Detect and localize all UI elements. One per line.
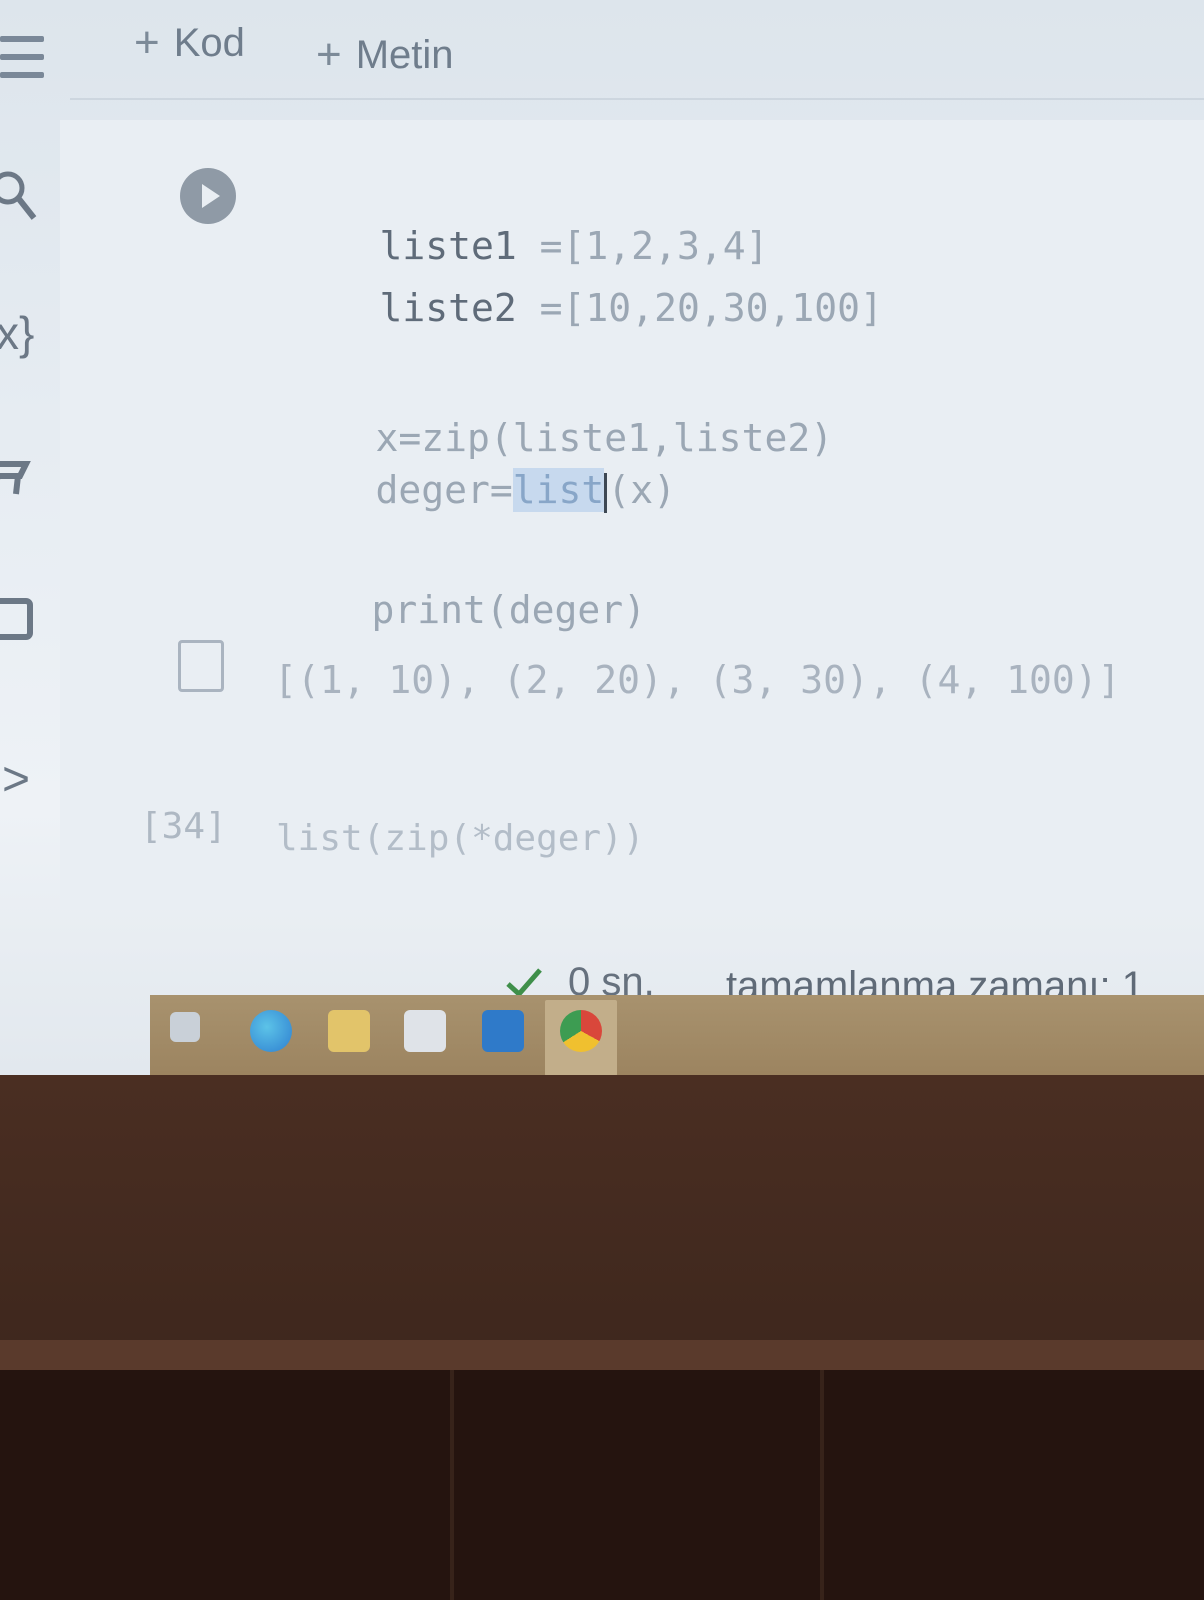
plus-icon: + xyxy=(134,18,160,67)
expand-icon[interactable]: > xyxy=(2,752,30,807)
output-clear-icon[interactable] xyxy=(178,640,224,692)
desk-surface xyxy=(0,1075,1204,1365)
edge-icon[interactable] xyxy=(250,1010,292,1052)
search-icon[interactable] xyxy=(0,168,42,224)
code-token: =[10,20,30,100] xyxy=(516,286,883,330)
next-cell-code[interactable]: list(zip(*deger)) xyxy=(276,818,644,859)
notebook-toolbar: + Kod + Metin xyxy=(0,0,1204,100)
add-code-button[interactable]: + Kod xyxy=(134,18,245,68)
code-line-5[interactable]: print(deger) xyxy=(280,544,647,676)
store-icon[interactable] xyxy=(404,1010,446,1052)
add-code-label: Kod xyxy=(173,20,245,65)
code-line-4[interactable]: deger=list(x) xyxy=(284,424,676,557)
code-token: liste2 xyxy=(379,286,517,330)
colab-screen: + Kod + Metin x} > liste1 =[1,2,3,4] lis… xyxy=(0,0,1204,1075)
windows-taskbar xyxy=(150,995,1204,1075)
chrome-icon[interactable] xyxy=(560,1010,602,1052)
selected-token: list xyxy=(512,468,605,512)
code-token: print(deger) xyxy=(371,588,647,632)
files-icon[interactable] xyxy=(0,450,40,500)
desk-edge xyxy=(0,1340,1204,1370)
toolbar-divider xyxy=(70,98,1204,100)
file-explorer-icon[interactable] xyxy=(328,1010,370,1052)
task-view-icon[interactable] xyxy=(170,1012,200,1042)
run-cell-button[interactable] xyxy=(180,168,236,224)
floor-seam xyxy=(820,1370,824,1600)
mail-icon[interactable] xyxy=(482,1010,524,1052)
cell-output: [(1, 10), (2, 20), (3, 30), (4, 100)] xyxy=(274,658,1121,702)
add-text-label: Metin xyxy=(355,32,454,77)
panel-icon[interactable] xyxy=(0,598,36,642)
execution-count: [34] xyxy=(140,806,227,847)
floor xyxy=(0,1370,1204,1600)
code-token: deger= xyxy=(375,468,513,512)
variables-icon[interactable]: x} xyxy=(0,306,34,360)
code-line-2[interactable]: liste2 =[10,20,30,100] xyxy=(288,242,883,374)
code-token: (x) xyxy=(607,468,676,512)
floor-seam xyxy=(450,1370,454,1600)
add-text-button[interactable]: + Metin xyxy=(316,30,454,80)
hamburger-menu-icon[interactable] xyxy=(0,36,44,82)
plus-icon: + xyxy=(316,30,342,79)
